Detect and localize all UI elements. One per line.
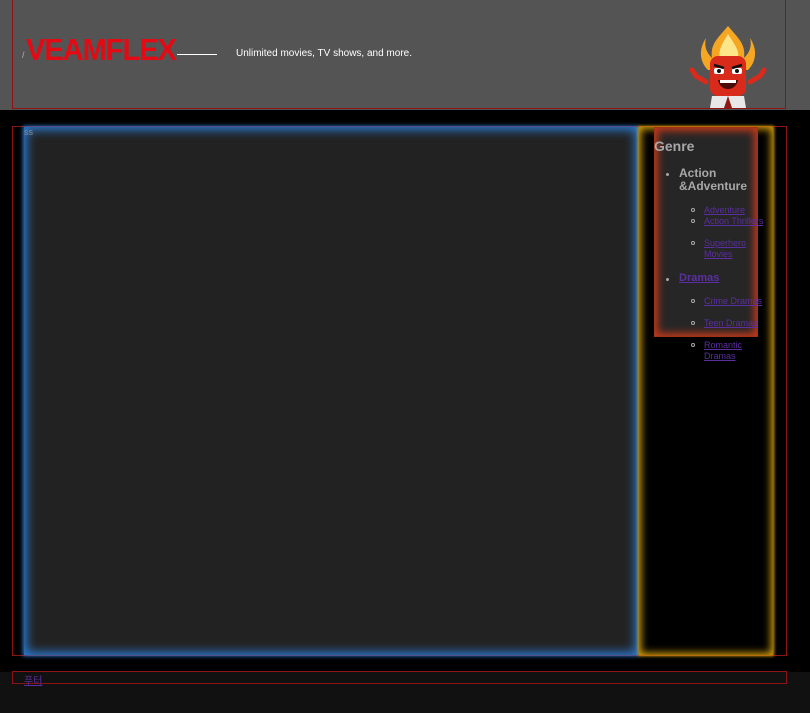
sub-list-bullet [691, 208, 695, 212]
footer-link[interactable]: 푸터 [24, 672, 42, 687]
site-logo[interactable]: VEAMFLEX [26, 34, 177, 69]
category-link-dramas[interactable]: Dramas [679, 272, 719, 284]
genre-link-action-thrillers[interactable]: Action Thrillers [704, 216, 764, 227]
sub-list-bullet [691, 219, 695, 223]
genre-link-teen-dramas[interactable]: Teen Dramas [704, 318, 764, 329]
genre-link-romantic-dramas[interactable]: Romantic Dramas [704, 340, 764, 362]
main-panel-label: ss [24, 127, 33, 137]
list-bullet [666, 278, 669, 281]
list-bullet [666, 173, 669, 176]
category-action-adventure: Action &Adventure [679, 166, 748, 193]
anger-mascot-icon [689, 26, 767, 108]
tagline-divider [177, 54, 217, 55]
sub-list-bullet [691, 343, 695, 347]
footer-frame [12, 671, 787, 684]
sub-list-bullet [691, 321, 695, 325]
genre-link-crime-dramas[interactable]: Crime Dramas [704, 296, 764, 307]
genre-title: Genre [654, 138, 695, 154]
site-header: / VEAMFLEX Unlimited movies, TV shows, a… [0, 0, 810, 110]
site-tagline: Unlimited movies, TV shows, and more. [236, 48, 412, 59]
main-panel [24, 127, 638, 655]
sub-list-bullet [691, 299, 695, 303]
genre-link-adventure[interactable]: Adventure [704, 205, 764, 216]
logo-prefix: / [22, 50, 25, 60]
genre-link-superhero-movies[interactable]: Superhero Movies [704, 238, 764, 260]
sub-list-bullet [691, 241, 695, 245]
